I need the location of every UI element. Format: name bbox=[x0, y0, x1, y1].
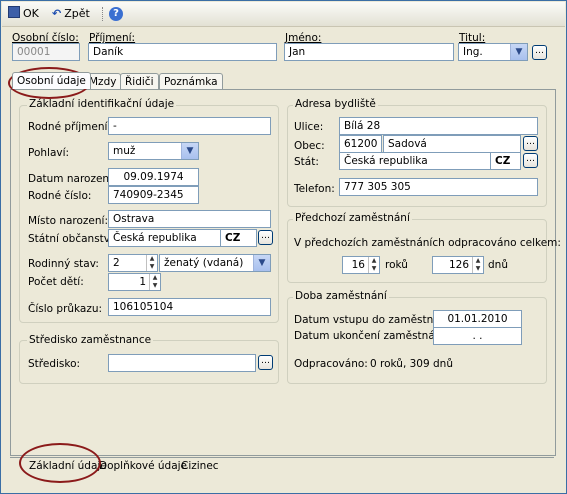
city-more-button[interactable]: … bbox=[523, 136, 538, 151]
employee-window: OK ↶ Zpět ? Osobní číslo: 00001 Příjmení:… bbox=[0, 0, 567, 494]
sex-select[interactable]: muž ▼ bbox=[108, 142, 199, 160]
city-label: Obec: bbox=[294, 140, 325, 152]
citizenship-field[interactable]: Česká republika bbox=[108, 229, 221, 247]
center-label: Středisko: bbox=[28, 358, 81, 370]
citizenship-code[interactable]: CZ bbox=[220, 229, 257, 247]
spin-up-icon[interactable]: ▲ bbox=[369, 257, 379, 265]
state-code[interactable]: CZ bbox=[490, 152, 521, 170]
center-more-button[interactable]: … bbox=[258, 355, 273, 370]
citizenship-more-button[interactable]: … bbox=[258, 230, 273, 245]
birthno-label: Rodné číslo: bbox=[28, 190, 92, 202]
street-label: Ulice: bbox=[294, 121, 324, 133]
children-label: Počet dětí: bbox=[28, 276, 84, 288]
start-date-label: Datum vstupu do zaměstnání: bbox=[294, 314, 453, 326]
previous-employment-text: V předchozích zaměstnáních odpracováno c… bbox=[294, 237, 561, 249]
toolbar: OK ↶ Zpět ? bbox=[2, 2, 565, 27]
center-field[interactable] bbox=[108, 354, 256, 372]
dob-field[interactable]: 09.09.1974 bbox=[108, 168, 199, 186]
citizenship-label: Státní občanství: bbox=[28, 233, 117, 245]
end-date-label: Datum ukončení zaměstnání: bbox=[294, 330, 448, 342]
back-button[interactable]: ↶ Zpět bbox=[52, 6, 90, 22]
phone-label: Telefon: bbox=[294, 183, 335, 195]
firstname-field[interactable]: Jan bbox=[284, 43, 454, 61]
tab-foreigner[interactable]: Cizinec bbox=[181, 459, 219, 473]
marital-select[interactable]: ženatý (vdaná) ▼ bbox=[159, 254, 271, 272]
ok-button[interactable]: OK bbox=[8, 6, 39, 22]
pob-field[interactable]: Ostrava bbox=[108, 210, 271, 228]
tab-note[interactable]: Poznámka bbox=[159, 73, 223, 90]
undo-icon: ↶ bbox=[52, 7, 62, 20]
days-spin[interactable]: ▲ ▼ bbox=[472, 257, 483, 273]
state-more-button[interactable]: … bbox=[523, 153, 538, 168]
spin-down-icon[interactable]: ▼ bbox=[147, 263, 157, 271]
idcard-field[interactable]: 106105104 bbox=[108, 298, 271, 316]
years-spin[interactable]: ▲ ▼ bbox=[368, 257, 379, 273]
street-field[interactable]: Bílá 28 bbox=[339, 117, 538, 135]
toolbar-separator bbox=[102, 7, 104, 21]
basic-info-title: Základní identifikační údaje bbox=[27, 98, 177, 110]
tab-additional-data[interactable]: Doplňkové údaje bbox=[99, 459, 187, 473]
save-icon bbox=[8, 6, 20, 18]
spin-up-icon[interactable]: ▲ bbox=[150, 274, 160, 282]
children-spin[interactable]: ▲ ▼ bbox=[149, 274, 160, 290]
state-field[interactable]: Česká republika bbox=[339, 152, 491, 170]
state-label: Stát: bbox=[294, 156, 319, 168]
marital-label: Rodinný stav: bbox=[28, 258, 99, 270]
employment-title: Doba zaměstnání bbox=[293, 290, 389, 302]
years-unit: roků bbox=[385, 259, 408, 271]
chevron-down-icon[interactable]: ▼ bbox=[510, 44, 527, 60]
years-field[interactable]: 16 ▲ ▼ bbox=[342, 256, 380, 274]
spin-down-icon[interactable]: ▼ bbox=[473, 265, 483, 273]
tab-personal[interactable]: Osobní údaje bbox=[12, 72, 91, 89]
worked-label: Odpracováno: bbox=[294, 358, 368, 370]
spin-down-icon[interactable]: ▼ bbox=[369, 265, 379, 273]
highlight-oval-bottom bbox=[19, 443, 101, 483]
surname-field[interactable]: Daník bbox=[88, 43, 277, 61]
end-date-field[interactable]: . . bbox=[433, 327, 522, 345]
maiden-label: Rodné příjmení: bbox=[28, 121, 111, 133]
marital-spin[interactable]: ▲ ▼ bbox=[146, 255, 157, 271]
sex-label: Pohlaví: bbox=[28, 147, 70, 159]
help-icon[interactable]: ? bbox=[109, 7, 123, 21]
days-field[interactable]: 126 ▲ ▼ bbox=[432, 256, 484, 274]
idcard-label: Číslo průkazu: bbox=[28, 303, 103, 315]
spin-down-icon[interactable]: ▼ bbox=[150, 282, 160, 290]
maiden-field[interactable]: - bbox=[108, 117, 271, 135]
chevron-down-icon[interactable]: ▼ bbox=[253, 255, 270, 271]
phone-field[interactable]: 777 305 305 bbox=[339, 178, 538, 196]
days-unit: dnů bbox=[488, 259, 508, 271]
previous-employment-group bbox=[287, 219, 547, 283]
address-title: Adresa bydliště bbox=[293, 98, 378, 110]
zip-field[interactable]: 61200 bbox=[339, 135, 382, 153]
marital-code-field[interactable]: 2 ▲ ▼ bbox=[108, 254, 158, 272]
dob-label: Datum narození: bbox=[28, 173, 116, 185]
title-select[interactable]: Ing. ▼ bbox=[458, 43, 528, 61]
chevron-down-icon[interactable]: ▼ bbox=[181, 143, 198, 159]
tab-drivers[interactable]: Řidiči bbox=[120, 73, 159, 90]
children-field[interactable]: 1 ▲ ▼ bbox=[108, 273, 161, 291]
previous-employment-title: Předchozí zaměstnání bbox=[293, 212, 412, 224]
spin-up-icon[interactable]: ▲ bbox=[147, 255, 157, 263]
title-more-button[interactable]: … bbox=[532, 45, 547, 60]
start-date-field[interactable]: 01.01.2010 bbox=[433, 310, 522, 328]
spin-up-icon[interactable]: ▲ bbox=[473, 257, 483, 265]
pob-label: Místo narození: bbox=[28, 215, 109, 227]
city-field[interactable]: Sadová bbox=[383, 135, 521, 153]
id-field[interactable]: 00001 bbox=[12, 43, 80, 61]
birthno-field[interactable]: 740909-2345 bbox=[108, 186, 199, 204]
worked-value: 0 roků, 309 dnů bbox=[370, 358, 453, 370]
center-title: Středisko zaměstnance bbox=[27, 334, 154, 346]
